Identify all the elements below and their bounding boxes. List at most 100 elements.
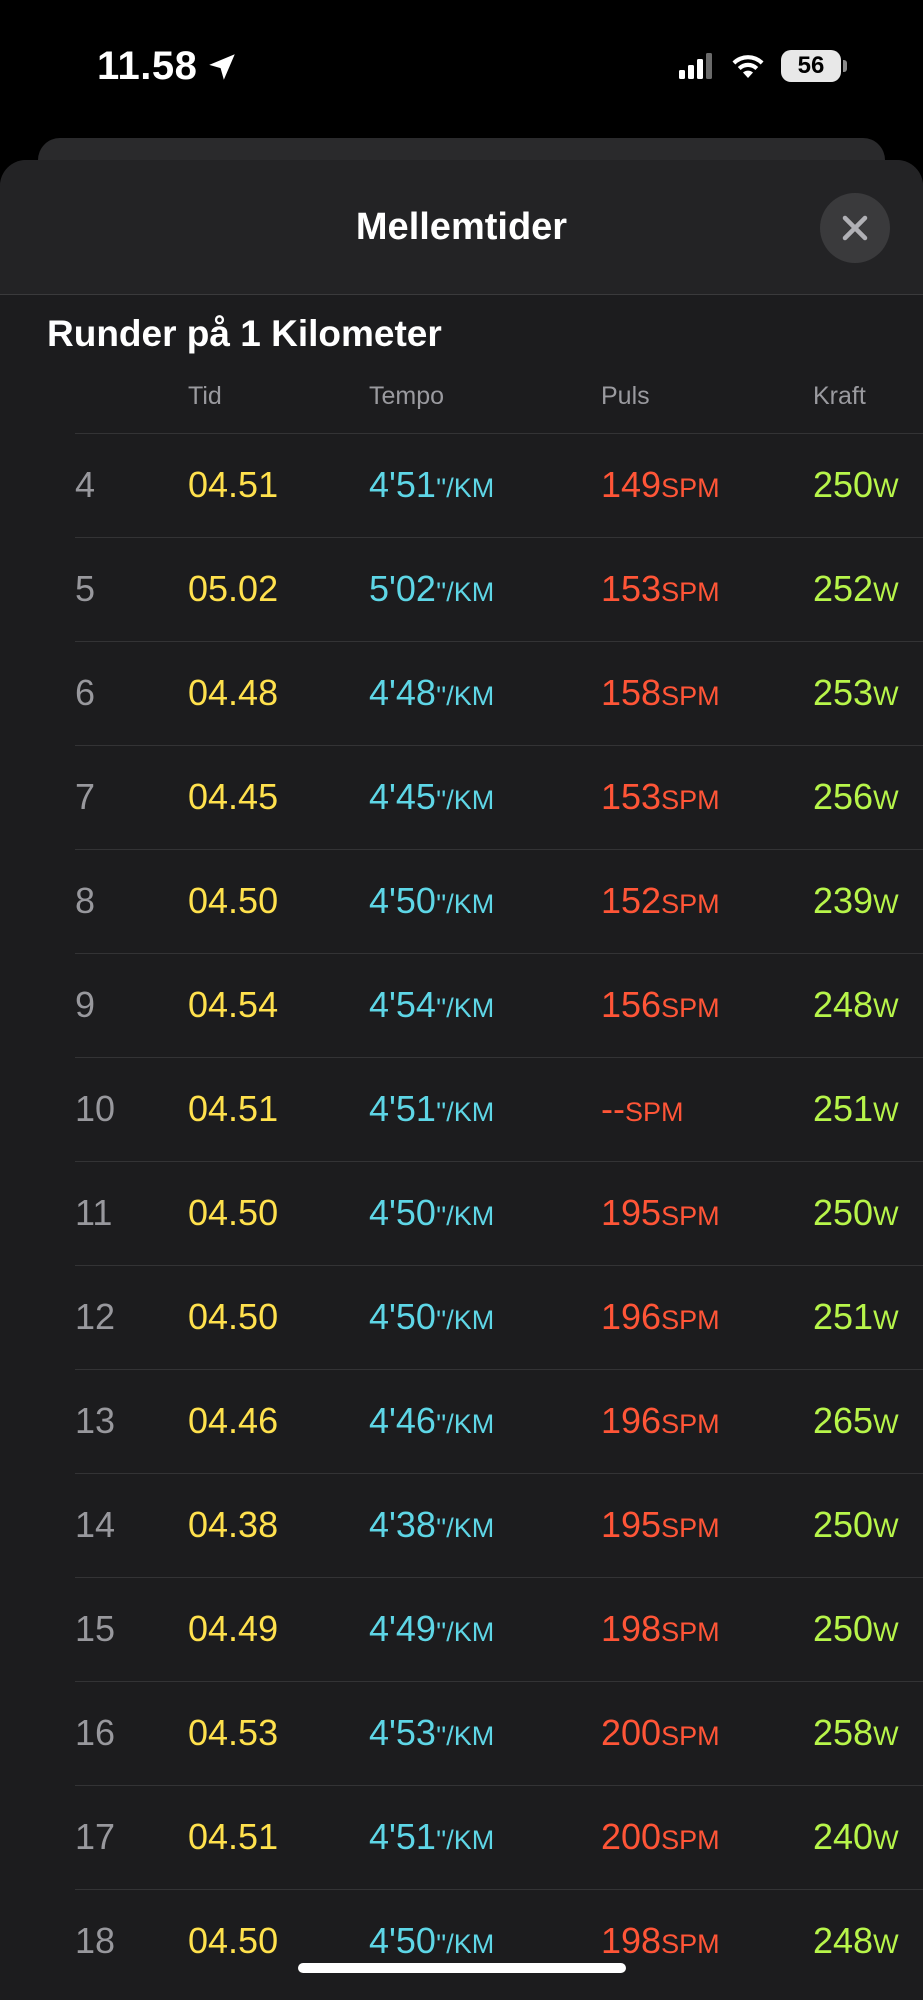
- cellular-signal-icon: [679, 53, 712, 79]
- lap-heart-rate-unit: SPM: [661, 1305, 720, 1335]
- lap-time: 04.50: [188, 1296, 279, 1337]
- lap-pace-value: 4'50: [369, 1192, 436, 1233]
- table-row: 5 05.02 5'02''/KM 153SPM 252W: [75, 537, 923, 641]
- location-arrow-icon: [209, 53, 236, 80]
- lap-time: 04.45: [188, 776, 279, 817]
- lap-heart-rate-unit: SPM: [661, 1929, 720, 1959]
- column-header-puls: Puls: [601, 382, 650, 410]
- lap-power-unit: W: [873, 1097, 899, 1127]
- table-row: 10 04.51 4'51''/KM --SPM 251W: [75, 1057, 923, 1161]
- lap-heart-rate-value: 196: [601, 1296, 662, 1337]
- table-row: 9 04.54 4'54''/KM 156SPM 248W: [75, 953, 923, 1057]
- home-indicator[interactable]: [298, 1963, 626, 1973]
- lap-power: 250W: [813, 1608, 899, 1650]
- lap-pace-unit: ''/KM: [435, 1617, 495, 1647]
- lap-power: 250W: [813, 464, 899, 506]
- lap-number: 18: [75, 1920, 116, 1961]
- lap-power-value: 250: [813, 464, 874, 505]
- lap-power: 248W: [813, 1920, 899, 1962]
- lap-pace-value: 5'02: [369, 568, 436, 609]
- lap-heart-rate-value: 195: [601, 1192, 662, 1233]
- lap-pace-unit: ''/KM: [435, 993, 495, 1023]
- lap-number: 14: [75, 1504, 116, 1545]
- lap-pace-unit: ''/KM: [435, 889, 495, 919]
- lap-heart-rate-unit: SPM: [661, 785, 720, 815]
- column-header-kraft: Kraft: [813, 382, 866, 410]
- lap-number: 17: [75, 1816, 116, 1857]
- lap-power: 253W: [813, 672, 899, 714]
- lap-pace-unit: ''/KM: [435, 1305, 495, 1335]
- lap-number: 4: [75, 464, 96, 505]
- lap-pace: 5'02''/KM: [369, 568, 494, 610]
- lap-heart-rate: 149SPM: [601, 464, 720, 506]
- lap-pace-value: 4'50: [369, 880, 436, 921]
- lap-heart-rate-value: 200: [601, 1816, 662, 1857]
- lap-time: 04.51: [188, 1816, 279, 1857]
- lap-heart-rate-unit: SPM: [661, 1409, 720, 1439]
- close-button[interactable]: [820, 193, 890, 263]
- screen: 11.58 56 Mellemtider Runder på 1 Kilomet…: [0, 0, 923, 2000]
- lap-power: 258W: [813, 1712, 899, 1754]
- lap-pace-unit: ''/KM: [435, 1825, 495, 1855]
- lap-pace-value: 4'48: [369, 672, 436, 713]
- lap-number: 6: [75, 672, 96, 713]
- status-time: 11.58: [97, 44, 198, 88]
- lap-heart-rate-value: 152: [601, 880, 662, 921]
- splits-sheet: Mellemtider Runder på 1 Kilometer Tid Te…: [0, 160, 923, 2000]
- lap-heart-rate-value: 158: [601, 672, 662, 713]
- lap-pace-unit: ''/KM: [435, 577, 495, 607]
- table-row: 16 04.53 4'53''/KM 200SPM 258W: [75, 1681, 923, 1785]
- lap-power-unit: W: [873, 1409, 899, 1439]
- lap-power: 252W: [813, 568, 899, 610]
- lap-number: 16: [75, 1712, 116, 1753]
- lap-power-value: 265: [813, 1400, 874, 1441]
- lap-pace-unit: ''/KM: [435, 1513, 495, 1543]
- lap-pace: 4'50''/KM: [369, 1296, 494, 1338]
- column-header-tempo: Tempo: [369, 382, 445, 410]
- battery-tip: [843, 60, 847, 72]
- lap-power-unit: W: [873, 577, 899, 607]
- lap-heart-rate-value: 153: [601, 568, 662, 609]
- lap-pace-value: 4'45: [369, 776, 436, 817]
- lap-time: 04.51: [188, 464, 279, 505]
- lap-pace-value: 4'50: [369, 1296, 436, 1337]
- sheet-header: Mellemtider: [0, 160, 923, 295]
- lap-power-value: 251: [813, 1296, 874, 1337]
- lap-power-value: 248: [813, 984, 874, 1025]
- lap-power-unit: W: [873, 1305, 899, 1335]
- lap-time: 05.02: [188, 568, 279, 609]
- lap-power-unit: W: [873, 785, 899, 815]
- lap-pace: 4'51''/KM: [369, 1816, 494, 1858]
- lap-time: 04.50: [188, 880, 279, 921]
- lap-pace-value: 4'38: [369, 1504, 436, 1545]
- lap-pace-unit: ''/KM: [435, 1929, 495, 1959]
- lap-heart-rate-unit: SPM: [661, 1721, 720, 1751]
- lap-pace: 4'38''/KM: [369, 1504, 494, 1546]
- table-row: 17 04.51 4'51''/KM 200SPM 240W: [75, 1785, 923, 1889]
- battery-icon: 56: [781, 50, 841, 82]
- table-row: 11 04.50 4'50''/KM 195SPM 250W: [75, 1161, 923, 1265]
- lap-heart-rate-value: 156: [601, 984, 662, 1025]
- lap-heart-rate: 153SPM: [601, 776, 720, 818]
- lap-heart-rate-unit: SPM: [661, 577, 720, 607]
- lap-pace: 4'51''/KM: [369, 1088, 494, 1130]
- lap-heart-rate: --SPM: [601, 1088, 684, 1130]
- lap-heart-rate-unit: SPM: [661, 681, 720, 711]
- lap-pace-value: 4'53: [369, 1712, 436, 1753]
- lap-power-unit: W: [873, 1617, 899, 1647]
- lap-heart-rate: 195SPM: [601, 1192, 720, 1234]
- lap-pace-unit: ''/KM: [435, 785, 495, 815]
- lap-time: 04.50: [188, 1920, 279, 1961]
- lap-heart-rate-value: 198: [601, 1608, 662, 1649]
- lap-pace-value: 4'46: [369, 1400, 436, 1441]
- lap-power-unit: W: [873, 681, 899, 711]
- lap-pace-value: 4'50: [369, 1920, 436, 1961]
- lap-number: 13: [75, 1400, 116, 1441]
- lap-heart-rate-value: 195: [601, 1504, 662, 1545]
- lap-power: 250W: [813, 1192, 899, 1234]
- lap-power-unit: W: [873, 1201, 899, 1231]
- lap-heart-rate-value: 153: [601, 776, 662, 817]
- lap-time: 04.50: [188, 1192, 279, 1233]
- lap-pace: 4'48''/KM: [369, 672, 494, 714]
- lap-power-value: 256: [813, 776, 874, 817]
